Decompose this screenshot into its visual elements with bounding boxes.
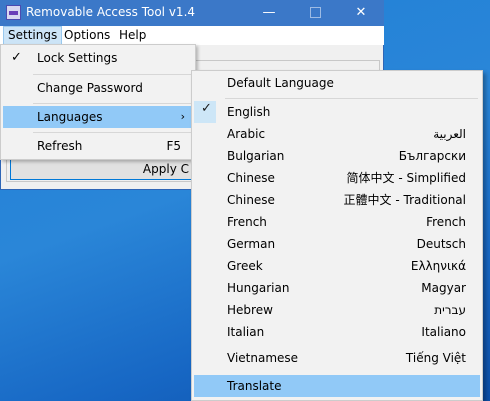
menu-item-chinese-simplified[interactable]: Chinese 简体中文 - Simplified: [194, 167, 480, 189]
menu-item-arabic[interactable]: Arabic العربية: [194, 123, 480, 145]
menu-item-label: Change Password: [37, 81, 143, 95]
language-native-name: Deutsch: [416, 237, 466, 251]
language-label: Vietnamese: [227, 351, 299, 365]
menu-item-french[interactable]: French French: [194, 211, 480, 233]
app-icon: [6, 5, 21, 20]
language-native-name: עברית: [434, 303, 466, 317]
menu-item-vietnamese[interactable]: Vietnamese Tiếng Việt: [194, 347, 480, 369]
settings-menu: ✓ Lock Settings Change Password Language…: [0, 44, 196, 160]
menu-item-change-password[interactable]: Change Password: [3, 77, 193, 99]
title-bar[interactable]: Removable Access Tool v1.4 — ✕: [0, 0, 384, 26]
language-native-name: Български: [398, 149, 466, 163]
minimize-icon: —: [262, 5, 276, 20]
menu-separator: [33, 103, 191, 104]
menu-item-languages[interactable]: Languages ›: [3, 106, 193, 128]
menu-item-hebrew[interactable]: Hebrew עברית: [194, 299, 480, 321]
menu-item-label: Default Language: [227, 76, 334, 90]
chevron-right-icon: ›: [180, 110, 185, 123]
menu-item-refresh[interactable]: Refresh F5: [3, 135, 193, 157]
window-title: Removable Access Tool v1.4: [26, 5, 196, 19]
menu-item-greek[interactable]: Greek Ελληνικά: [194, 255, 480, 277]
menu-separator: [33, 132, 191, 133]
menu-item-italian[interactable]: Italian Italiano: [194, 321, 480, 343]
maximize-button[interactable]: [292, 0, 338, 26]
menu-item-label: Lock Settings: [37, 51, 118, 65]
language-label: Greek: [227, 259, 263, 273]
menu-item-lock-settings[interactable]: ✓ Lock Settings: [3, 47, 193, 69]
menu-item-hungarian[interactable]: Hungarian Magyar: [194, 277, 480, 299]
language-label: English: [227, 105, 271, 119]
language-native-name: Magyar: [421, 281, 466, 295]
close-button[interactable]: ✕: [338, 0, 384, 26]
languages-menu: Default Language ✓ English Arabic العربي…: [191, 70, 483, 401]
close-icon: ✕: [355, 5, 367, 20]
language-native-name: 正體中文 - Traditional: [343, 193, 466, 207]
check-icon: ✓: [11, 50, 22, 65]
language-label: Chinese: [227, 193, 275, 207]
maximize-icon: [309, 7, 321, 18]
menu-separator: [225, 98, 478, 99]
language-native-name: 简体中文 - Simplified: [346, 171, 466, 185]
language-label: Hebrew: [227, 303, 273, 317]
language-native-name: العربية: [433, 127, 466, 141]
menu-help[interactable]: Help: [115, 27, 150, 44]
menu-item-translate[interactable]: Translate: [194, 375, 480, 397]
menu-item-english[interactable]: English: [194, 101, 480, 123]
menu-item-bulgarian[interactable]: Bulgarian Български: [194, 145, 480, 167]
menu-separator: [33, 74, 191, 75]
menu-settings[interactable]: Settings: [3, 26, 63, 45]
language-label: Italian: [227, 325, 265, 339]
language-label: German: [227, 237, 276, 251]
shortcut-label: F5: [166, 139, 181, 153]
menu-item-default-language[interactable]: Default Language: [194, 72, 480, 94]
language-native-name: Ελληνικά: [410, 259, 466, 273]
menu-item-chinese-traditional[interactable]: Chinese 正體中文 - Traditional: [194, 189, 480, 211]
apply-button[interactable]: Apply C: [10, 158, 194, 180]
menu-item-german[interactable]: German Deutsch: [194, 233, 480, 255]
minimize-button[interactable]: —: [246, 0, 292, 26]
language-native-name: Tiếng Việt: [405, 351, 466, 365]
language-native-name: French: [426, 215, 466, 229]
menu-item-label: Refresh: [37, 139, 83, 153]
language-label: Hungarian: [227, 281, 290, 295]
menu-bar: Settings Options Help: [0, 26, 384, 45]
language-label: Bulgarian: [227, 149, 285, 163]
menu-options[interactable]: Options: [60, 27, 114, 44]
language-label: Chinese: [227, 171, 275, 185]
menu-item-label: Languages: [37, 110, 103, 124]
language-native-name: Italiano: [421, 325, 466, 339]
language-label: French: [227, 215, 267, 229]
language-label: Arabic: [227, 127, 266, 141]
menu-item-label: Translate: [227, 379, 282, 393]
